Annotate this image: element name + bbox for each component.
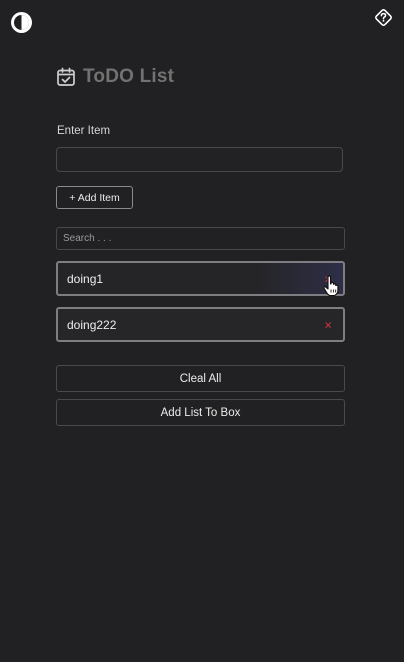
search-input[interactable]: [56, 227, 345, 250]
list-item[interactable]: doing222 ×: [56, 307, 345, 342]
delete-item-button[interactable]: ×: [324, 318, 332, 331]
calendar-check-icon: [56, 67, 76, 87]
delete-item-button[interactable]: ×: [324, 272, 332, 285]
add-list-to-box-button[interactable]: Add List To Box: [56, 399, 345, 426]
list-item[interactable]: doing1 ×: [56, 261, 345, 296]
page-title-row: ToDO List: [56, 66, 174, 88]
item-input[interactable]: [56, 147, 343, 172]
help-diamond-icon[interactable]: [374, 8, 393, 27]
enter-item-label: Enter Item: [57, 125, 111, 137]
contrast-icon[interactable]: [10, 11, 33, 34]
clear-all-button[interactable]: Cleal All: [56, 365, 345, 392]
add-item-button[interactable]: + Add Item: [56, 186, 133, 209]
todo-app: ToDO List Enter Item + Add Item doing1 ×…: [0, 0, 404, 662]
list-item-label: doing1: [67, 271, 104, 286]
list-item-label: doing222: [67, 317, 117, 332]
page-title: ToDO List: [83, 66, 175, 87]
